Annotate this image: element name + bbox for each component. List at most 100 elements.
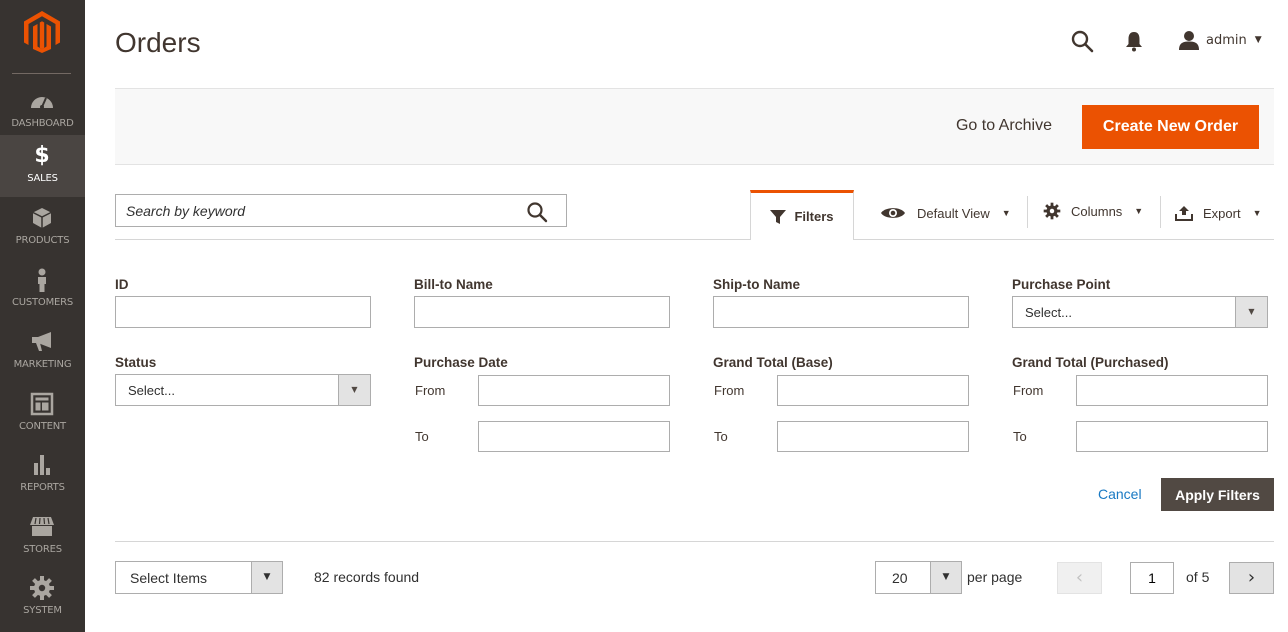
sidebar-item-label: PRODUCTS (15, 235, 70, 246)
chevron-down-icon: ▼ (930, 562, 961, 593)
chevron-down-icon: ▼ (1001, 208, 1011, 218)
sidebar-item-label: CUSTOMERS (11, 297, 74, 308)
chevron-down-icon: ▼ (1254, 35, 1262, 45)
sidebar-item-content[interactable]: CONTENT (0, 383, 85, 445)
grand-total-base-to-input[interactable] (777, 421, 969, 452)
go-to-archive-button[interactable]: Go to Archive (956, 117, 1052, 135)
sidebar-item-label: STORES (23, 544, 62, 555)
gear-icon (1043, 202, 1061, 220)
eye-icon (881, 208, 905, 218)
keyword-search-input[interactable] (116, 195, 516, 226)
chevron-down-icon: ▼ (1134, 206, 1144, 216)
person-icon (38, 268, 46, 292)
global-search-icon[interactable] (1070, 29, 1094, 53)
toolbar-separator (1027, 196, 1028, 228)
grand-total-purchased-from-input[interactable] (1076, 375, 1268, 406)
gear-icon (30, 576, 54, 600)
cancel-filters-button[interactable]: Cancel (1098, 486, 1142, 502)
megaphone-icon (32, 332, 51, 351)
per-page-select[interactable]: 20 ▼ (875, 561, 962, 594)
page-actions-bar: Go to Archive Create New Order (115, 88, 1274, 165)
total-pages: of 5 (1186, 569, 1210, 585)
sidebar-item-reports[interactable]: REPORTS (0, 444, 85, 506)
sidebar-item-label: DASHBOARD (11, 118, 74, 129)
grand-total-purchased-to-label: To (1013, 429, 1027, 444)
grand-total-purchased-from-label: From (1013, 383, 1044, 398)
page-title: Orders (115, 27, 201, 58)
sidebar-item-label: CONTENT (19, 421, 66, 432)
keyword-search (115, 194, 567, 227)
sidebar-item-label: SYSTEM (23, 605, 62, 616)
status-select[interactable]: Select... ▼ (115, 374, 371, 406)
records-count: 82 records found (314, 569, 420, 585)
per-page-value: 20 (892, 570, 908, 586)
bar-chart-icon (34, 455, 50, 475)
chevron-down-icon: ▼ (1252, 208, 1262, 218)
sidebar-item-system[interactable]: SYSTEM (0, 567, 85, 629)
sidebar-item-label: REPORTS (20, 482, 65, 493)
purchase-date-to-label: To (415, 429, 429, 444)
sidebar-item-stores[interactable]: STORES (0, 506, 85, 568)
filters-tab[interactable]: Filters (750, 190, 854, 240)
bill-to-name-input[interactable] (414, 296, 670, 328)
dollar-icon: $ (34, 143, 50, 168)
sidebar: DASHBOARD $ SALES PRODUCTS CUSTOMERS MAR… (0, 0, 85, 632)
chevron-down-icon: ▼ (251, 562, 282, 593)
columns-dropdown[interactable]: Columns ▼ (1043, 194, 1143, 228)
grid-divider (115, 541, 1274, 542)
next-page-button[interactable]: › (1229, 562, 1274, 594)
admin-username: admin (1206, 32, 1247, 48)
default-view-label: Default View (917, 205, 990, 221)
admin-user-menu[interactable]: admin ▼ (1178, 28, 1262, 52)
toolbar-separator (1160, 196, 1161, 228)
chevron-left-icon: ‹ (1075, 567, 1084, 588)
purchase-date-from-label: From (415, 383, 446, 398)
sidebar-item-label: SALES (27, 173, 58, 184)
default-view-dropdown[interactable]: Default View ▼ (880, 196, 1011, 230)
grand-total-purchased-label: Grand Total (Purchased) (1012, 355, 1169, 370)
storefront-icon (30, 517, 54, 536)
grand-total-base-label: Grand Total (Base) (713, 355, 833, 370)
sidebar-item-dashboard[interactable]: DASHBOARD (0, 80, 85, 142)
export-upload-icon (1175, 206, 1193, 221)
search-icon[interactable] (526, 201, 548, 223)
apply-filters-button[interactable]: Apply Filters (1161, 478, 1274, 511)
grand-total-base-to-label: To (714, 429, 728, 444)
notifications-bell-icon[interactable] (1124, 30, 1144, 52)
ship-to-name-label: Ship-to Name (713, 277, 801, 292)
sidebar-item-sales[interactable]: $ SALES (0, 135, 85, 197)
funnel-icon (770, 209, 787, 224)
grand-total-base-from-label: From (714, 383, 745, 398)
grand-total-base-from-input[interactable] (777, 375, 969, 406)
per-page-label: per page (967, 569, 1023, 585)
purchase-date-label: Purchase Date (414, 355, 508, 370)
grand-total-purchased-to-input[interactable] (1076, 421, 1268, 452)
purchase-point-value: Select... (1025, 305, 1072, 320)
bill-to-name-label: Bill-to Name (414, 277, 493, 292)
sidebar-item-marketing[interactable]: MARKETING (0, 321, 85, 383)
mass-action-select[interactable]: Select Items ▼ (115, 561, 283, 594)
id-filter-label: ID (115, 277, 129, 292)
export-dropdown[interactable]: Export ▼ (1175, 196, 1262, 230)
chevron-down-icon: ▼ (338, 375, 370, 405)
user-icon (1179, 31, 1199, 50)
current-page-input[interactable] (1130, 562, 1174, 594)
purchase-date-from-input[interactable] (478, 375, 670, 406)
layout-icon (30, 392, 54, 416)
sidebar-item-customers[interactable]: CUSTOMERS (0, 259, 85, 321)
ship-to-name-input[interactable] (713, 296, 969, 328)
purchase-date-to-input[interactable] (478, 421, 670, 452)
chevron-right-icon: › (1247, 567, 1256, 588)
magento-logo[interactable] (22, 11, 62, 53)
status-label: Status (115, 355, 157, 370)
sidebar-item-products[interactable]: PRODUCTS (0, 197, 85, 259)
previous-page-button[interactable]: ‹ (1057, 562, 1102, 594)
purchase-point-select[interactable]: Select... ▼ (1012, 296, 1268, 328)
create-new-order-button[interactable]: Create New Order (1082, 105, 1259, 149)
mass-action-label: Select Items (130, 570, 208, 586)
box-icon (32, 208, 52, 228)
export-label: Export (1203, 205, 1241, 221)
id-filter-input[interactable] (115, 296, 371, 328)
toolbar-divider (115, 239, 1274, 240)
chevron-down-icon: ▼ (1235, 297, 1267, 327)
